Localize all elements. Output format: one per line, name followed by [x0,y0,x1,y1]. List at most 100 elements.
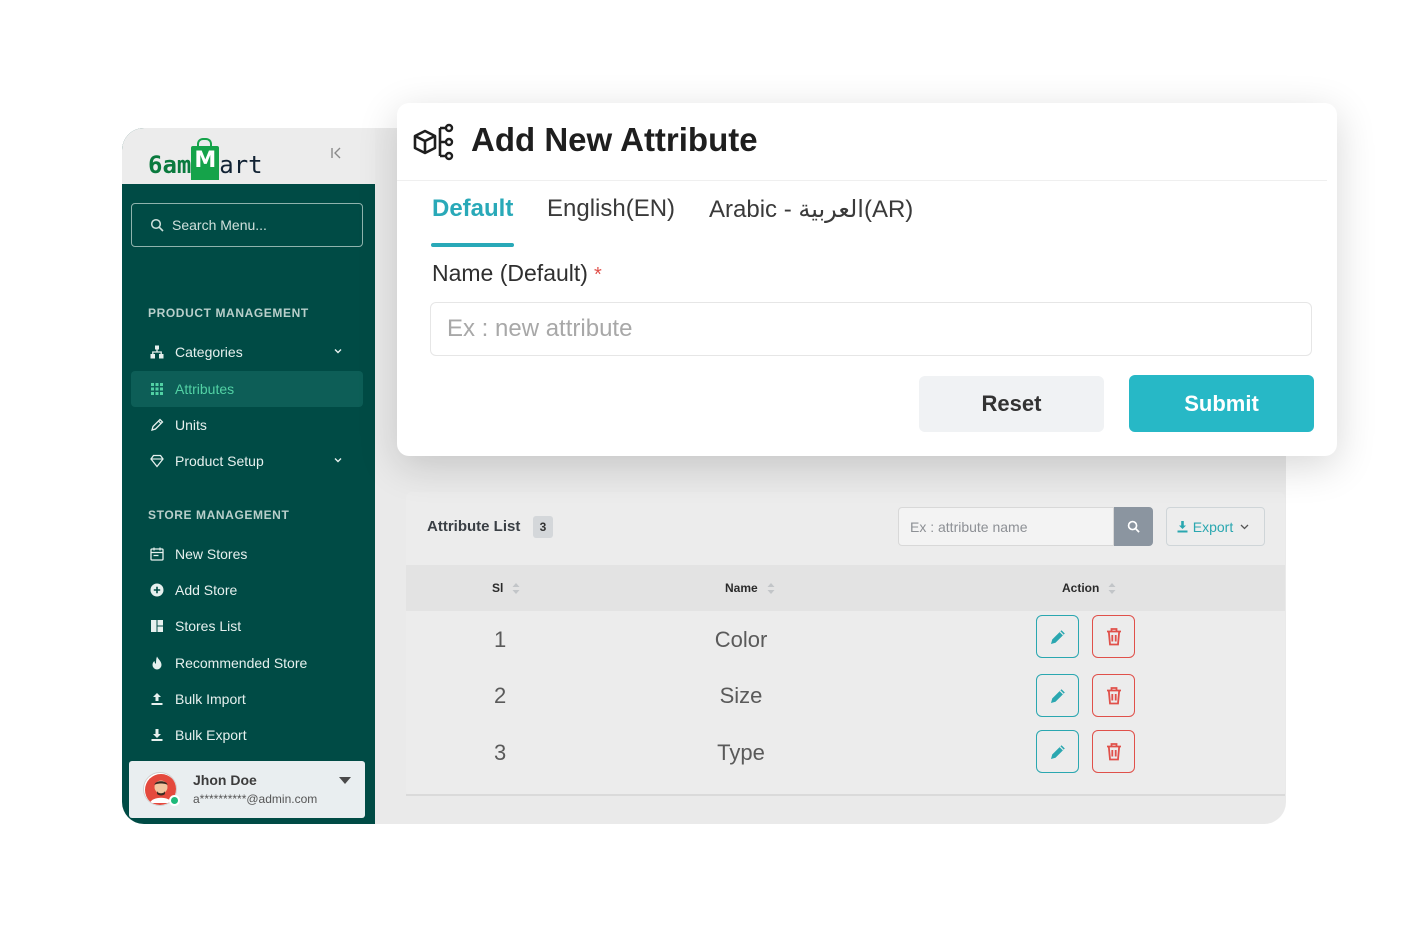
brand-logo[interactable]: 6am Mart [148,136,263,180]
download-icon [149,727,165,743]
sidebar-item-categories[interactable]: Categories [131,334,363,370]
search-button[interactable] [1114,507,1153,546]
sidebar-item-label: Recommended Store [175,655,308,671]
modal-title: Add New Attribute [471,121,758,158]
logo-prefix: 6am [148,151,192,179]
flame-icon [149,655,165,671]
column-header-name[interactable]: Name [725,581,775,595]
column-header-sl[interactable]: Sl [492,581,520,595]
sidebar-item-bulk-export[interactable]: Bulk Export [131,717,363,753]
modal-divider [397,180,1327,181]
export-label: Export [1192,518,1234,535]
cell-name: Type [717,740,765,765]
tab-arabic[interactable]: Arabic - العربية(AR) [709,195,913,224]
cell-sl: 2 [494,683,507,708]
add-attribute-modal: Add New Attribute Default English(EN) Ar… [397,103,1337,456]
edit-button[interactable] [1036,730,1079,773]
sidebar-item-label: Product Setup [175,453,264,469]
search-icon [1127,520,1140,533]
count-badge: 3 [533,516,553,538]
required-mark: * [593,264,602,286]
sidebar-item-label: New Stores [175,546,248,562]
cell-name: Size [719,683,763,708]
column-header-label: Sl [492,581,504,595]
table-row: 2 Size [406,667,1285,723]
sidebar-item-label: Categories [175,344,243,360]
attribute-name-input[interactable] [430,302,1312,356]
attribute-list-card: Attribute List 3 Export Sl Name Action [406,492,1285,796]
attribute-cubes-icon [413,123,454,161]
brand-bar: 6am Mart [122,128,375,184]
upload-icon [149,691,165,707]
pencil-icon [1050,688,1065,703]
delete-button[interactable] [1092,674,1135,717]
cell-sl: 3 [494,740,507,765]
chevron-down-icon [334,458,342,463]
sidebar-item-bulk-import[interactable]: Bulk Import [131,681,363,717]
sitemap-icon [149,344,165,360]
sort-icon [767,582,775,594]
cell-sl: 1 [494,627,507,652]
table-divider [406,794,1285,796]
delete-button[interactable] [1092,615,1135,658]
trash-icon [1106,742,1121,760]
column-header-label: Name [725,581,758,595]
collapse-left-icon[interactable] [330,146,342,163]
list-title: Attribute List [427,518,521,535]
logo-bag-m: M [191,138,220,180]
table-header: Sl Name Action [406,565,1285,611]
sort-icon [1108,582,1116,594]
user-email: a**********@admin.com [193,792,318,806]
delete-button[interactable] [1092,730,1135,773]
sidebar-search-input[interactable] [172,217,362,233]
diamond-icon [149,453,165,469]
sidebar-item-label: Add Store [175,582,238,598]
table-row: 3 Type [406,723,1285,779]
sidebar-item-label: Units [175,417,207,433]
sidebar-item-label: Attributes [175,381,235,397]
edit-button[interactable] [1036,615,1079,658]
reset-button[interactable]: Reset [919,376,1104,432]
trash-icon [1106,686,1121,704]
chevron-down-icon [1240,524,1249,529]
column-header-action[interactable]: Action [1062,581,1116,595]
sidebar: 6amMart PRODUCT MANAGEMENT Categories At… [122,128,375,824]
sort-icon [512,582,520,594]
active-tab-indicator [431,243,514,247]
sidebar-item-product-setup[interactable]: Product Setup [131,443,363,479]
sidebar-search[interactable] [131,203,363,247]
trash-icon [1106,627,1121,645]
sidebar-item-add-store[interactable]: Add Store [131,572,363,608]
sidebar-item-label: Bulk Import [175,691,246,707]
attribute-search[interactable] [898,507,1114,546]
sidebar-item-attributes[interactable]: Attributes [131,371,363,407]
name-field-label: Name (Default) * [432,260,602,287]
sidebar-item-stores-list[interactable]: Stores List [131,608,363,644]
pencil-icon [1050,744,1065,759]
chevron-down-icon [334,349,342,354]
download-icon [1177,520,1188,532]
section-label-product-management: PRODUCT MANAGEMENT [148,306,309,320]
edit-button[interactable] [1036,674,1079,717]
tab-english[interactable]: English(EN) [547,195,675,223]
logo-suffix: art [219,151,263,179]
sidebar-item-recommended-store[interactable]: Recommended Store [131,645,363,681]
grid-icon [149,381,165,397]
tab-default[interactable]: Default [432,195,513,223]
plus-circle-icon [149,582,165,598]
caret-down-icon[interactable] [339,777,351,785]
submit-button[interactable]: Submit [1129,375,1314,432]
export-button[interactable]: Export [1166,507,1265,546]
attribute-search-input[interactable] [910,518,1100,535]
sidebar-item-units[interactable]: Units [131,407,363,443]
search-icon [150,218,164,232]
pencil-icon [1050,629,1065,644]
sidebar-item-label: Stores List [175,618,242,634]
user-name: Jhon Doe [193,772,257,788]
calendar-icon [149,546,165,562]
sidebar-item-new-stores[interactable]: New Stores [131,536,363,572]
section-label-store-management: STORE MANAGEMENT [148,508,290,522]
user-profile-card[interactable]: Jhon Doe a**********@admin.com [129,761,365,818]
column-header-label: Action [1062,581,1100,595]
table-row: 1 Color [406,611,1285,667]
